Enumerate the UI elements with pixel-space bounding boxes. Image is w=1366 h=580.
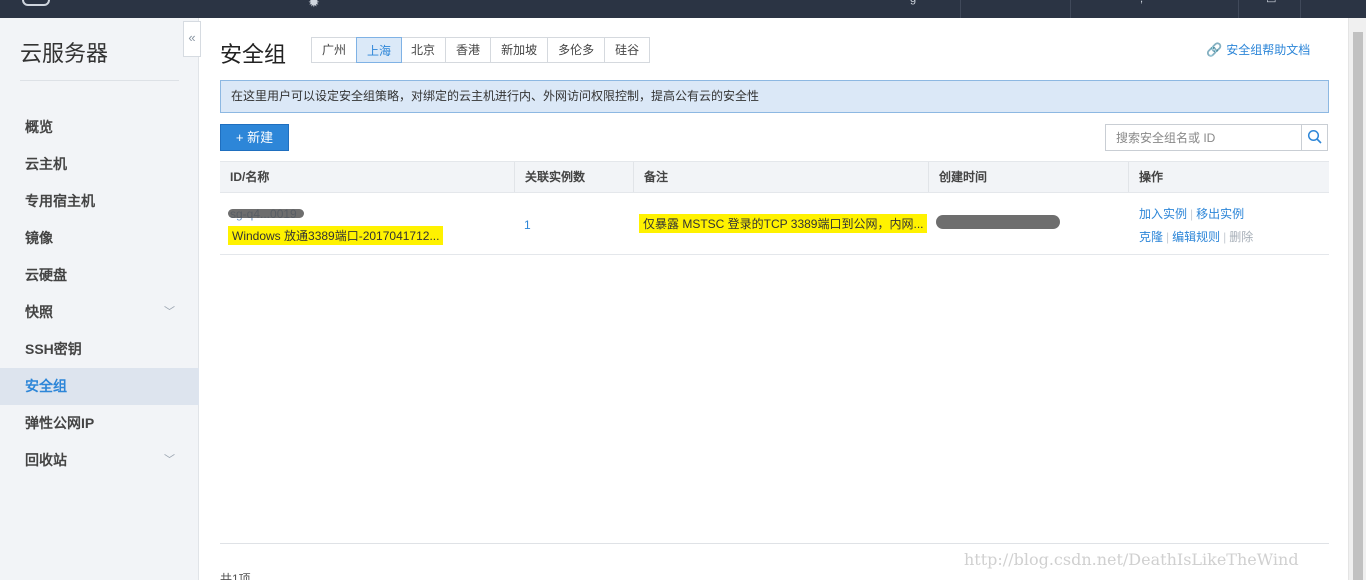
instance-count[interactable]: 1 (524, 218, 531, 232)
footer-divider (220, 543, 1329, 544)
add-instance-link[interactable]: 加入实例 (1139, 207, 1187, 221)
column-header-instances: 关联实例数 (514, 162, 633, 192)
gear-icon[interactable]: ✹ (308, 0, 320, 11)
sidebar-item-label: 回收站 (25, 452, 67, 468)
column-header-actions: 操作 (1128, 162, 1329, 192)
top-nav-divider (960, 0, 961, 18)
region-tabs: 广州 上海 北京 香港 新加坡 多伦多 硅谷 (311, 37, 651, 63)
search-icon (1307, 129, 1322, 144)
sidebar-item-elastic-ip[interactable]: 弹性公网IP (0, 405, 199, 442)
main-content: 安全组 广州 上海 北京 香港 新加坡 多伦多 硅谷 🔗 安全组帮助文档 在这里用… (220, 18, 1330, 580)
sidebar-item-overview[interactable]: 概览 (0, 109, 199, 146)
search-box (1105, 124, 1328, 151)
new-security-group-button[interactable]: + 新建 (220, 124, 289, 151)
top-nav-divider (1238, 0, 1239, 18)
page-scrollbar[interactable] (1348, 18, 1366, 580)
top-nav-divider (1300, 0, 1301, 18)
sidebar-item-recycle-bin[interactable]: 回收站 ﹀ (0, 442, 199, 479)
sidebar-item-label: 弹性公网IP (25, 415, 95, 431)
sidebar-item-label: 云硬盘 (25, 267, 67, 283)
security-group-table: ID/名称 关联实例数 备注 创建时间 操作 sg-q4...0019 Wind… (220, 161, 1329, 255)
security-group-name: Windows 放通3389端口-2017041712... (228, 226, 444, 245)
collapse-sidebar-button[interactable]: « (183, 21, 201, 57)
table-row: sg-q4...0019 Windows 放通3389端口-2017041712… (220, 193, 1329, 255)
table-header: ID/名称 关联实例数 备注 创建时间 操作 (220, 161, 1329, 193)
clone-link[interactable]: 克隆 (1139, 230, 1163, 244)
sidebar-item-cvm[interactable]: 云主机 (0, 146, 199, 183)
column-header-remark: 备注 (633, 162, 928, 192)
info-notice: 在这里用户可以设定安全组策略，对绑定的云主机进行内、外网访问权限控制，提高公有云… (220, 80, 1329, 113)
search-input[interactable] (1106, 125, 1302, 150)
redaction-mark (228, 209, 304, 218)
help-doc-label: 安全组帮助文档 (1226, 43, 1311, 57)
sidebar-item-label: 概览 (25, 119, 53, 135)
message-icon[interactable]: ▭ (1266, 0, 1276, 6)
sidebar-title: 云服务器 (20, 41, 109, 66)
region-tab-shanghai[interactable]: 上海 (356, 37, 403, 63)
sidebar-item-security-groups[interactable]: 安全组 (0, 368, 199, 405)
sidebar: 云服务器 概览 云主机 专用宿主机 镜像 云硬盘 快照 ﹀ SSH密钥 安全组 弹… (0, 18, 199, 580)
column-header-id-name: ID/名称 (230, 170, 270, 184)
search-button[interactable] (1301, 125, 1327, 150)
help-doc-link[interactable]: 🔗 安全组帮助文档 (1206, 41, 1310, 58)
scrollbar-thumb[interactable] (1353, 32, 1363, 580)
page-title: 安全组 (220, 42, 287, 67)
top-nav-fragment[interactable]: , (1140, 0, 1143, 5)
region-tab-guangzhou[interactable]: 广州 (312, 38, 358, 62)
region-tab-toronto[interactable]: 多伦多 (548, 38, 606, 62)
sidebar-item-label: SSH密钥 (25, 341, 82, 357)
security-group-remark: 仅暴露 MSTSC 登录的TCP 3389端口到公网，内网... (639, 214, 928, 233)
chevron-down-icon[interactable]: ﹀ (164, 442, 175, 479)
row-actions-line-1: 加入实例 | 移出实例 (1139, 205, 1244, 222)
top-nav-bar: ✹ g , ▭ ⌃ (0, 0, 1366, 18)
sidebar-item-images[interactable]: 镜像 (0, 220, 199, 257)
sidebar-item-cloud-disk[interactable]: 云硬盘 (0, 257, 199, 294)
region-tab-silicon-valley[interactable]: 硅谷 (605, 38, 650, 62)
region-tab-beijing[interactable]: 北京 (401, 38, 447, 62)
edit-rules-link[interactable]: 编辑规则 (1172, 230, 1220, 244)
row-actions-line-2: 克隆 | 编辑规则 | 删除 (1139, 228, 1253, 245)
user-menu-icon[interactable]: ⌃ (1332, 0, 1341, 6)
top-nav-fragment[interactable]: g (910, 0, 916, 5)
action-divider: | (1223, 230, 1227, 244)
sidebar-item-ssh-keys[interactable]: SSH密钥 (0, 331, 199, 368)
link-icon: 🔗 (1206, 42, 1223, 57)
sidebar-item-label: 镜像 (25, 230, 53, 246)
delete-link[interactable]: 删除 (1229, 230, 1253, 244)
region-tab-hongkong[interactable]: 香港 (446, 38, 492, 62)
column-header-created: 创建时间 (928, 162, 1128, 192)
top-nav-divider (1070, 0, 1071, 18)
action-divider: | (1190, 207, 1194, 221)
sidebar-item-label: 快照 (25, 304, 53, 320)
sidebar-item-dedicated-host[interactable]: 专用宿主机 (0, 183, 199, 220)
sidebar-divider (20, 80, 179, 81)
total-count: 共1项 (220, 572, 251, 580)
watermark: http://blog.csdn.net/DeathIsLikeTheWind (964, 550, 1299, 569)
action-divider: | (1166, 230, 1170, 244)
sidebar-nav: 概览 云主机 专用宿主机 镜像 云硬盘 快照 ﹀ SSH密钥 安全组 弹性公网IP… (0, 109, 199, 479)
chevron-down-icon[interactable]: ﹀ (164, 294, 175, 331)
sidebar-item-label: 安全组 (25, 378, 67, 394)
redaction-mark (936, 215, 1060, 229)
brand-logo-icon[interactable] (22, 0, 50, 6)
sidebar-item-snapshots[interactable]: 快照 ﹀ (0, 294, 199, 331)
sidebar-item-label: 专用宿主机 (25, 193, 95, 209)
remove-instance-link[interactable]: 移出实例 (1196, 207, 1244, 221)
sidebar-item-label: 云主机 (25, 156, 67, 172)
region-tab-singapore[interactable]: 新加坡 (491, 38, 549, 62)
